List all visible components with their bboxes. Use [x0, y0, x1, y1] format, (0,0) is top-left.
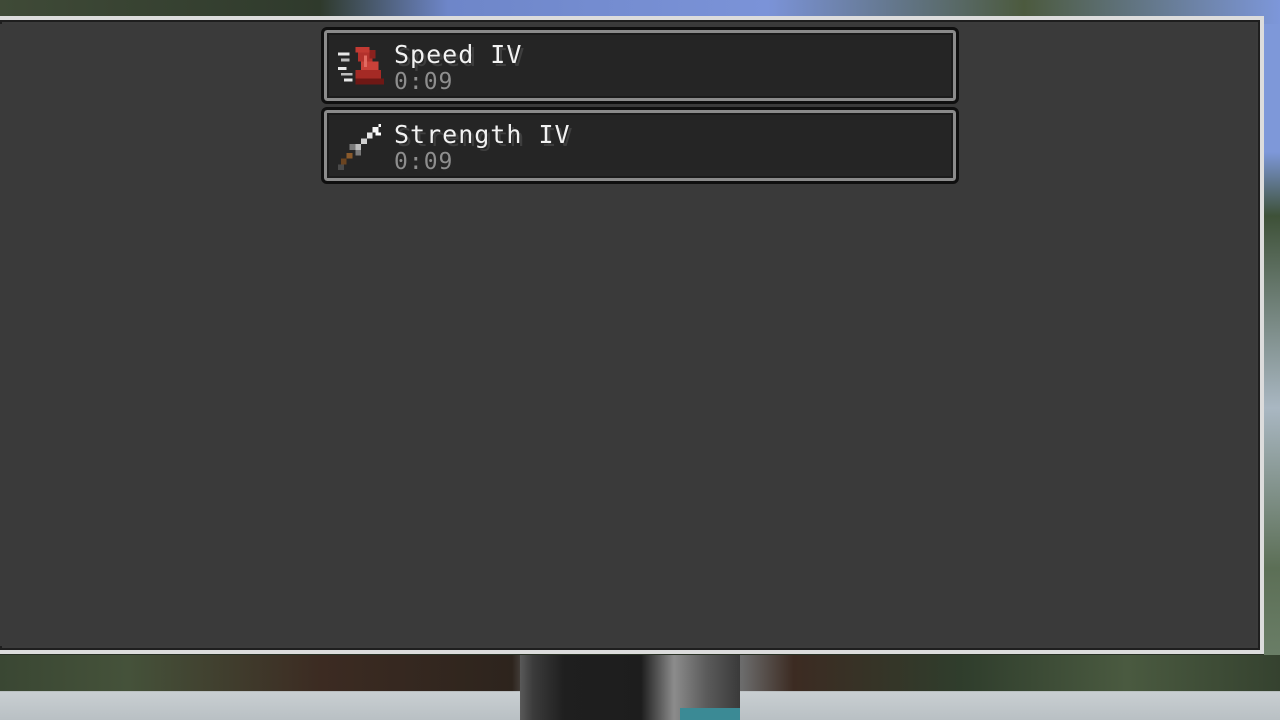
effect-duration: 0:09	[394, 149, 454, 175]
effect-name: Strength IV	[394, 120, 571, 149]
strength-sword-icon	[338, 124, 382, 170]
game-scene: Speed IV 0:09 Strength IV 0:09	[0, 0, 1280, 720]
effect-duration: 0:09	[394, 69, 454, 95]
speed-boot-icon	[338, 46, 384, 85]
effect-entry-speed[interactable]: Speed IV 0:09	[321, 27, 959, 104]
active-effects-list: Speed IV 0:09 Strength IV 0:09	[321, 27, 959, 187]
effect-name: Speed IV	[394, 40, 523, 69]
game-world-background-right	[1264, 24, 1280, 664]
player-visor	[680, 708, 740, 720]
effect-entry-strength[interactable]: Strength IV 0:09	[321, 107, 959, 184]
